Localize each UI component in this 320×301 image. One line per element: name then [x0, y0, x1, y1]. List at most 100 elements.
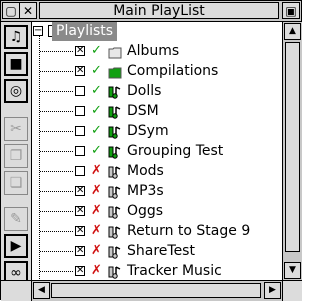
horizontal-scroll-thumb[interactable] [51, 283, 261, 298]
available-tick-icon: ✓ [91, 43, 102, 58]
unavailable-cross-icon: ✗ [91, 203, 102, 218]
horizontal-scrollbar[interactable]: ◀ ▶ [32, 280, 282, 301]
list-item-label: Compilations [127, 63, 219, 79]
title-bar[interactable]: ▢ ✕ Main PlayList ▣ [1, 1, 301, 22]
scroll-left-icon[interactable]: ◀ [33, 282, 50, 299]
list-item-label: Grouping Test [127, 143, 224, 159]
play-icon[interactable]: ▶ [4, 234, 28, 258]
music-note-icon [108, 164, 122, 179]
toolbar-footer [1, 280, 32, 301]
list-item[interactable]: ✕ ✗ ShareTest [32, 241, 282, 261]
tree-root-label: Playlists [52, 22, 118, 41]
tree-branch [40, 171, 73, 172]
copy-icon[interactable]: ❐ [4, 144, 28, 168]
list-item[interactable]: ✕ ✗ MP3s [32, 181, 282, 201]
list-item-label: Tracker Music [127, 263, 222, 279]
tree-branch [40, 91, 73, 92]
music-note-icon [108, 84, 122, 99]
music-note-icon [108, 264, 122, 279]
checkbox[interactable]: ✕ [75, 266, 85, 276]
left-toolbar: ♫ ■ ◎ ✂ ❐ ❏ ✎ ▶ ∞ [1, 22, 32, 285]
list-item-label: Mods [127, 163, 164, 179]
playlist-window: ▢ ✕ Main PlayList ▣ ♫ ■ ◎ ✂ ❐ ❏ ✎ ▶ ∞ − Playlist… [0, 0, 302, 301]
checkbox[interactable]: ✕ [75, 46, 85, 56]
list-item[interactable]: ✕ ✗ Return to Stage 9 [32, 221, 282, 241]
tree-branch [40, 71, 73, 72]
available-tick-icon: ✓ [91, 143, 102, 158]
cd-icon[interactable]: ◎ [4, 79, 28, 103]
available-tick-icon: ✓ [91, 63, 102, 78]
resize-icon[interactable] [282, 280, 302, 301]
checkbox[interactable]: ✕ [75, 206, 85, 216]
folder-empty-icon [108, 44, 122, 59]
collapse-icon[interactable]: − [33, 26, 43, 36]
music-note-icon [108, 204, 122, 219]
list-item[interactable]: ✕ ✗ Tracker Music [32, 261, 282, 280]
available-tick-icon: ✓ [91, 123, 102, 138]
list-item-label: DSym [127, 123, 169, 139]
list-item-label: DSM [127, 103, 159, 119]
list-item[interactable]: ✓ Dolls [32, 81, 282, 101]
cut-icon[interactable]: ✂ [4, 117, 28, 141]
unavailable-cross-icon: ✗ [91, 223, 102, 238]
vertical-scroll-thumb[interactable] [285, 42, 300, 252]
checkbox[interactable]: ✕ [75, 246, 85, 256]
close-icon[interactable]: ✕ [19, 2, 37, 19]
music-note-icon [108, 104, 122, 119]
playlist-tree: − Playlists ✕ ✓ Albums ✕ ✓ Compilations ✓ Dolls… [32, 22, 282, 280]
scroll-right-icon[interactable]: ▶ [264, 282, 281, 299]
folder-filled-icon [108, 64, 122, 79]
window-title[interactable]: Main PlayList [39, 2, 279, 19]
playlist-icon[interactable]: ♫ [4, 25, 28, 49]
music-note-icon [108, 144, 122, 159]
tree-branch [40, 151, 73, 152]
tree-branch [40, 51, 73, 52]
tree-branch [40, 131, 73, 132]
checkbox[interactable] [75, 166, 85, 176]
list-item-label: Oggs [127, 203, 164, 219]
edit-icon[interactable]: ✎ [4, 207, 28, 231]
music-note-icon [108, 124, 122, 139]
scroll-up-icon[interactable]: ▲ [284, 23, 301, 40]
checkbox[interactable]: ✕ [75, 226, 85, 236]
vertical-scrollbar[interactable]: ▲ ▼ [282, 22, 302, 280]
list-item[interactable]: ✓ DSym [32, 121, 282, 141]
available-tick-icon: ✓ [91, 83, 102, 98]
tree-branch [40, 231, 73, 232]
tree-branch [40, 111, 73, 112]
toggle-size-icon[interactable]: ▣ [282, 2, 300, 19]
checkbox[interactable]: ✕ [75, 66, 85, 76]
tree-root[interactable]: − Playlists [32, 22, 282, 41]
unavailable-cross-icon: ✗ [91, 183, 102, 198]
checkbox[interactable]: ✕ [75, 186, 85, 196]
list-item-label: ShareTest [127, 243, 195, 259]
list-item[interactable]: ✕ ✓ Albums [32, 41, 282, 61]
checkbox[interactable] [75, 126, 85, 136]
list-item-label: Return to Stage 9 [127, 223, 251, 239]
back-icon[interactable]: ▢ [2, 2, 20, 19]
checkbox[interactable] [75, 146, 85, 156]
folder-icon[interactable]: ■ [4, 52, 28, 76]
list-item-label: Albums [127, 43, 180, 59]
checkbox[interactable] [75, 86, 85, 96]
scroll-down-icon[interactable]: ▼ [284, 262, 301, 279]
list-item[interactable]: ✕ ✗ Oggs [32, 201, 282, 221]
unavailable-cross-icon: ✗ [91, 243, 102, 258]
list-item[interactable]: ✕ ✓ Compilations [32, 61, 282, 81]
unavailable-cross-icon: ✗ [91, 263, 102, 278]
tree-branch [40, 211, 73, 212]
tree-branch [40, 271, 73, 272]
paste-icon[interactable]: ❏ [4, 171, 28, 195]
music-note-icon [108, 184, 122, 199]
list-item[interactable]: ✓ Grouping Test [32, 141, 282, 161]
available-tick-icon: ✓ [91, 103, 102, 118]
music-note-icon [108, 244, 122, 259]
tree-branch [40, 251, 73, 252]
list-item[interactable]: ✓ DSM [32, 101, 282, 121]
music-note-icon [108, 224, 122, 239]
list-item[interactable]: ✗ Mods [32, 161, 282, 181]
list-item-label: Dolls [127, 83, 162, 99]
checkbox[interactable] [75, 106, 85, 116]
tree-branch [40, 191, 73, 192]
unavailable-cross-icon: ✗ [91, 163, 102, 178]
